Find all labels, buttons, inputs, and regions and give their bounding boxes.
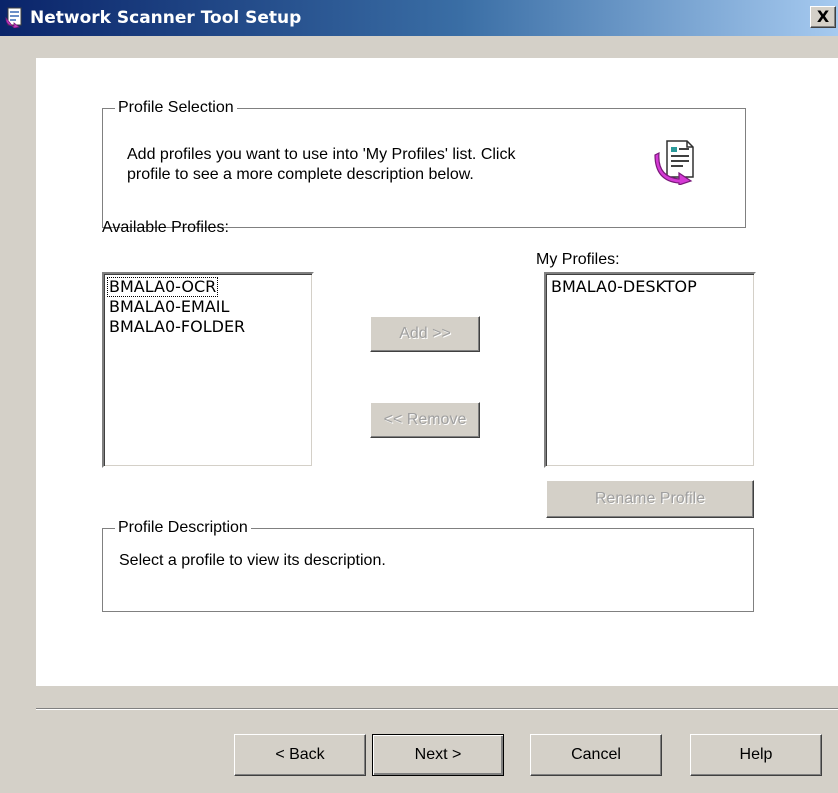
my-profiles-list[interactable]: BMALA0-DESKTOP xyxy=(544,272,756,468)
available-profiles-label: Available Profiles: xyxy=(102,219,229,236)
profile-selection-description-line1: Add profiles you want to use into 'My Pr… xyxy=(127,146,516,163)
close-icon: X xyxy=(816,7,830,26)
profile-selection-legend: Profile Selection xyxy=(115,99,237,117)
available-profile-folder[interactable]: BMALA0-FOLDER xyxy=(107,317,309,337)
back-button[interactable]: < Back xyxy=(234,734,366,776)
content-panel: Profile Selection Add profiles you want … xyxy=(36,58,838,686)
profile-description-text: Select a profile to view its description… xyxy=(119,552,386,569)
footer-separator xyxy=(36,708,838,710)
available-profile-email[interactable]: BMALA0-EMAIL xyxy=(107,297,309,317)
document-arrow-icon xyxy=(654,140,694,185)
my-profiles-label: My Profiles: xyxy=(536,251,620,268)
window-title: Network Scanner Tool Setup xyxy=(30,8,302,28)
profile-selection-description-line2: profile to see a more complete descripti… xyxy=(127,166,474,183)
next-button[interactable]: Next > xyxy=(372,734,504,776)
my-profile-desktop[interactable]: BMALA0-DESKTOP xyxy=(549,277,751,297)
add-button[interactable]: Add >> xyxy=(370,316,480,352)
profile-selection-group: Profile Selection Add profiles you want … xyxy=(102,99,746,228)
close-button[interactable]: X xyxy=(810,6,836,28)
available-profile-ocr[interactable]: BMALA0-OCR xyxy=(107,277,219,297)
cancel-button[interactable]: Cancel xyxy=(530,734,662,776)
available-profiles-list[interactable]: BMALA0-OCR BMALA0-EMAIL BMALA0-FOLDER xyxy=(102,272,314,468)
setup-wizard-icon xyxy=(5,7,22,28)
list-item[interactable]: BMALA0-OCR xyxy=(107,277,309,297)
help-button[interactable]: Help xyxy=(690,734,822,776)
rename-profile-button[interactable]: Rename Profile xyxy=(546,480,754,518)
title-bar: Network Scanner Tool Setup X xyxy=(0,0,838,36)
remove-button[interactable]: << Remove xyxy=(370,402,480,438)
profile-description-group: Profile Description Select a profile to … xyxy=(102,519,754,612)
profile-description-legend: Profile Description xyxy=(115,519,251,537)
